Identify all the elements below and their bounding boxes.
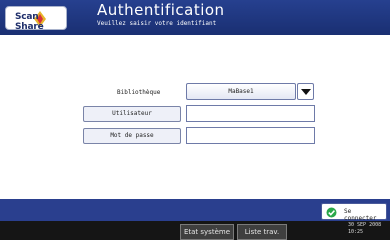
connect-label: Se connecter: [344, 208, 377, 222]
check-circle-icon: [326, 207, 337, 218]
chevron-down-icon: [301, 89, 311, 95]
system-status-button[interactable]: Etat système: [180, 224, 234, 240]
authentication-screen: Scan Share Authentification Veuillez sai…: [0, 0, 390, 240]
library-dropdown-button[interactable]: [297, 83, 314, 100]
scan-share-logo: Scan Share: [5, 6, 67, 32]
library-select[interactable]: MaBase1: [186, 83, 296, 100]
page-title: Authentification: [97, 1, 225, 19]
user-input[interactable]: [186, 105, 315, 122]
password-button[interactable]: Mot de passe: [83, 128, 181, 144]
time-text: 10:25: [348, 229, 364, 235]
header-bar: Scan Share Authentification Veuillez sai…: [0, 0, 390, 35]
logo-text: Scan Share: [15, 12, 44, 32]
date-text: 30 SEP 2008: [348, 222, 382, 228]
library-label: Bibliothèque: [117, 89, 161, 96]
date-time: 30 SEP 2008 10:25: [348, 222, 381, 236]
connect-button[interactable]: Se connecter: [321, 203, 387, 222]
user-button[interactable]: Utilisateur: [83, 106, 181, 122]
page-subtitle: Veuillez saisir votre identifiant: [97, 20, 217, 27]
password-input[interactable]: [186, 127, 315, 144]
job-list-button[interactable]: Liste trav.: [237, 224, 287, 240]
